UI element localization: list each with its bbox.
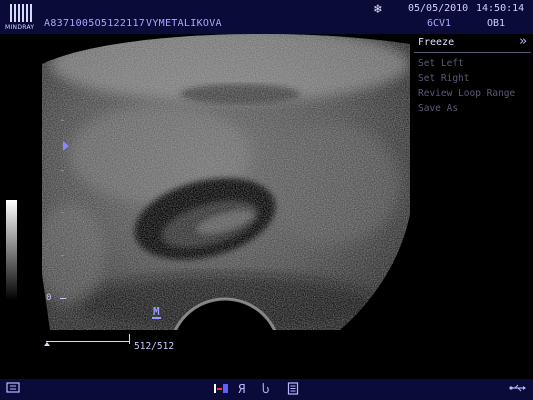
date-display: 05/05/2010 [408,3,469,14]
depth-tick [61,120,64,121]
depth-zero-label: 0 [46,293,52,303]
screen-icon[interactable] [6,382,20,397]
cine-frame-counter: 512/512 [134,341,175,352]
usb-icon [509,382,527,396]
double-chevron-right-icon[interactable]: » [519,34,527,49]
menu-item-set-right[interactable]: Set Right [418,73,469,84]
top-status-bar: MINDRAY A8371005O5122117 VYMETALIKOVA ❄ … [0,0,533,34]
grayscale-bar [6,200,17,300]
depth-tick [61,170,64,171]
orientation-marker: M [152,305,161,319]
time-display: 14:50:14 [476,3,525,14]
exam-mode: OB1 [487,18,506,29]
menu-header: Freeze » [414,34,531,53]
document-icon[interactable] [287,382,299,398]
measure-icon[interactable] [212,382,230,397]
cine-left-marker-icon[interactable] [44,342,50,346]
bottom-toolbar: Я Ⴑ [0,379,533,400]
menu-title: Freeze [418,37,455,48]
probe-name: 6CV1 [427,18,452,29]
menu-item-save-as[interactable]: Save As [418,103,458,114]
cine-scrollbar[interactable] [44,334,130,346]
report-icon[interactable]: Я [238,382,245,396]
return-icon[interactable]: Ⴑ [262,382,269,396]
depth-tick [61,255,64,256]
focus-marker-icon [63,141,69,151]
cine-track [46,341,130,342]
depth-tick [60,298,66,299]
menu-item-review-loop-range[interactable]: Review Loop Range [418,88,515,99]
mindray-logo: MINDRAY [5,4,41,32]
brand-label: MINDRAY [5,24,35,31]
ultrasound-image [42,34,410,330]
freeze-menu: Freeze » Set Left Set Right Review Loop … [414,34,533,379]
menu-item-set-left[interactable]: Set Left [418,58,464,69]
cine-right-marker[interactable] [129,334,130,344]
patient-name: VYMETALIKOVA [146,18,222,29]
snowflake-icon: ❄ [374,2,382,17]
depth-tick [61,212,64,213]
patient-id: A8371005O5122117 [44,18,146,29]
